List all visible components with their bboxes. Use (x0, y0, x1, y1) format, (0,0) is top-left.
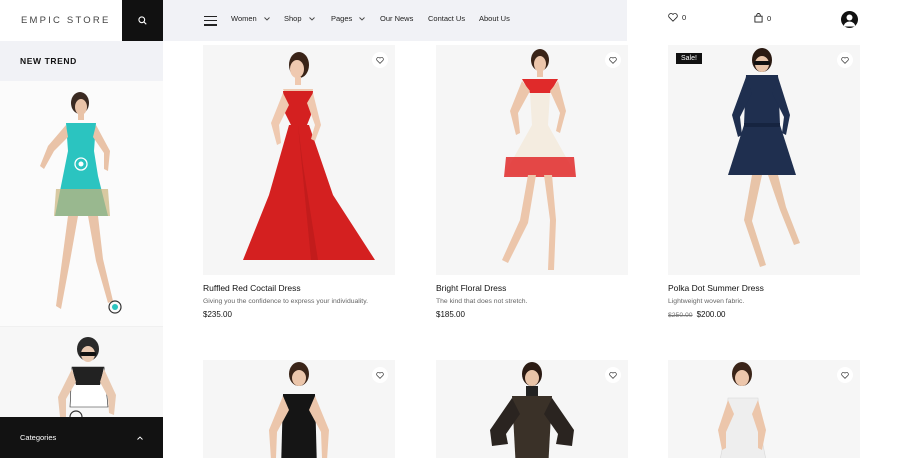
nav-contact-us-label: Contact Us (428, 14, 466, 23)
nav-about-us[interactable]: About Us (479, 14, 510, 23)
product-card: Ruffled Red Coctail Dress Giving you the… (203, 45, 395, 319)
product-name[interactable]: Ruffled Red Coctail Dress (203, 283, 395, 293)
product-card (203, 360, 395, 458)
user-account-icon[interactable] (841, 11, 858, 28)
nav-shop-label: Shop (284, 14, 302, 23)
model-teal-dress (40, 92, 122, 314)
product-image-sheer-top[interactable] (436, 360, 628, 458)
nav-our-news-label: Our News (380, 14, 414, 23)
wishlist-button[interactable]: 0 (668, 13, 686, 22)
product-image-floral-dress[interactable] (436, 45, 628, 275)
chevron-down-icon (359, 16, 366, 21)
chevron-up-icon (137, 435, 143, 440)
product-card (436, 360, 628, 458)
wishlist-toggle[interactable] (605, 367, 621, 383)
nav-about-us-label: About Us (479, 14, 510, 23)
nav-pages[interactable]: Pages (331, 14, 366, 23)
nav-women-label: Women (231, 14, 257, 23)
wishlist-toggle[interactable] (837, 52, 853, 68)
heart-icon (668, 13, 678, 22)
model-sheer-top (436, 360, 628, 458)
model-floral-dress (436, 45, 628, 275)
wishlist-toggle[interactable] (605, 52, 621, 68)
product-price: $250.00 $200.00 (668, 310, 860, 319)
heart-icon (841, 371, 849, 379)
nav-pages-label: Pages (331, 14, 353, 23)
cart-button[interactable]: 0 (754, 13, 771, 23)
product-price: $185.00 (436, 310, 465, 319)
sidebar-title: NEW TREND (20, 56, 77, 66)
chevron-down-icon (308, 16, 315, 21)
wishlist-toggle[interactable] (372, 367, 388, 383)
model-white-dress (668, 360, 860, 458)
product-card: Sale! Polka Dot Summer Dress Lightweight… (668, 45, 860, 319)
categories-toggle[interactable]: Categories (0, 417, 163, 458)
main-navigation: Women Shop Pages Our News Contact Us Abo… (163, 0, 627, 41)
heart-icon (841, 56, 849, 64)
product-image-polka-dress[interactable]: Sale! (668, 45, 860, 275)
nav-contact-us[interactable]: Contact Us (428, 14, 465, 23)
search-icon (138, 16, 147, 25)
heart-icon (376, 56, 384, 64)
sale-price: $200.00 (696, 310, 726, 319)
product-description: Lightweight woven fabric. (668, 298, 745, 305)
product-image-white-dress[interactable] (668, 360, 860, 458)
model-red-gown (203, 45, 395, 275)
product-description: Giving you the confidence to express you… (203, 298, 368, 305)
heart-icon (609, 56, 617, 64)
model-black-vest (203, 360, 395, 458)
product-card: Bright Floral Dress The kind that does n… (436, 45, 628, 319)
product-price: $235.00 (203, 310, 232, 319)
nav-shop[interactable]: Shop (284, 14, 315, 23)
product-image-red-dress[interactable] (203, 45, 395, 275)
sale-badge: Sale! (676, 53, 702, 64)
nav-women[interactable]: Women (231, 14, 270, 23)
heart-icon (609, 371, 617, 379)
user-silhouette (843, 14, 856, 27)
chevron-down-icon (263, 16, 270, 21)
wishlist-toggle[interactable] (372, 52, 388, 68)
wishlist-toggle[interactable] (837, 367, 853, 383)
heart-icon (376, 371, 384, 379)
sidebar-header: NEW TREND (0, 41, 163, 81)
product-description: The kind that does not stretch. (436, 298, 528, 305)
wishlist-count: 0 (682, 13, 687, 22)
shopping-bag-icon (754, 13, 763, 23)
search-button[interactable] (122, 0, 163, 41)
brand-name: EMPIC STORE (21, 15, 111, 26)
new-trend-sidebar: NEW TREND (0, 41, 163, 458)
trend-image-teal-dress[interactable] (0, 81, 163, 326)
product-image-black-vest[interactable] (203, 360, 395, 458)
model-navy-dress (668, 45, 860, 275)
product-name[interactable]: Bright Floral Dress (436, 283, 628, 293)
original-price: $250.00 (668, 312, 693, 319)
product-name[interactable]: Polka Dot Summer Dress (668, 283, 860, 293)
categories-label: Categories (20, 433, 57, 442)
product-card (668, 360, 860, 458)
nav-our-news[interactable]: Our News (380, 14, 413, 23)
cart-count: 0 (767, 13, 772, 23)
store-logo[interactable]: EMPIC STORE (0, 0, 122, 41)
